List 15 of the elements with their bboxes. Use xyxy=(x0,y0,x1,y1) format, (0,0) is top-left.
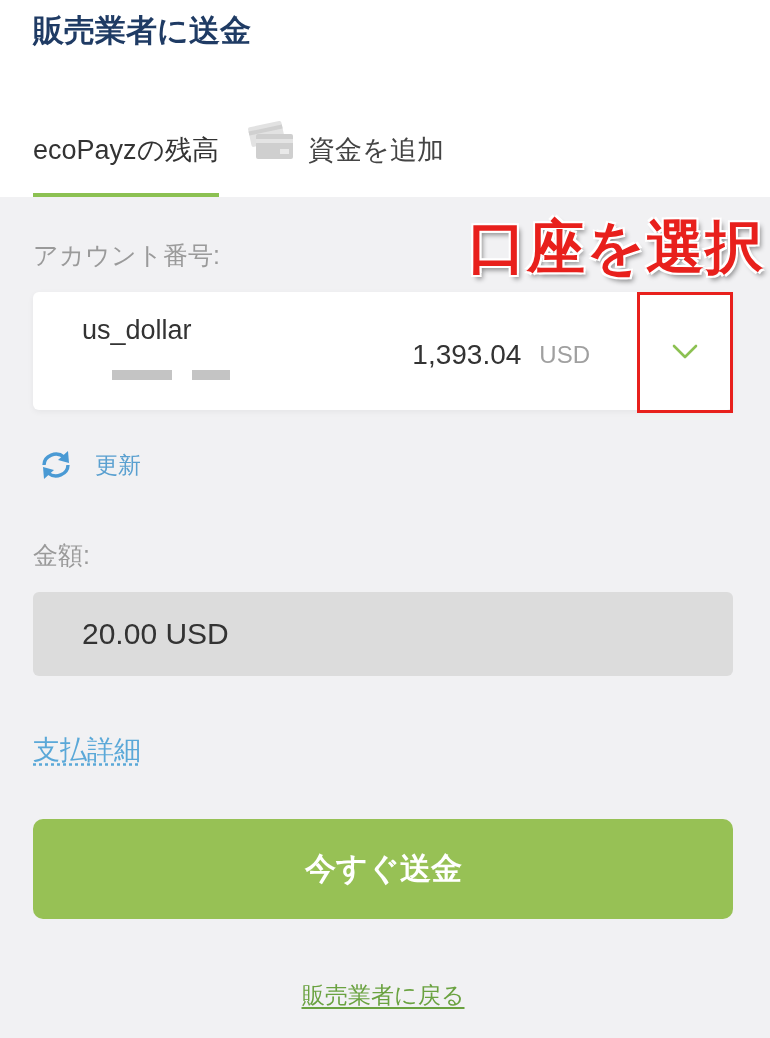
refresh-icon xyxy=(40,450,72,480)
credit-cards-icon xyxy=(245,118,294,160)
page-title: 販売業者に送金 xyxy=(33,12,251,50)
redacted-text-icon xyxy=(192,370,230,380)
field-label: 金額: xyxy=(33,540,90,571)
tab[interactable]: 資金を追加 xyxy=(245,118,444,197)
account-name: us_dollar xyxy=(82,314,192,346)
redacted-text-icon xyxy=(112,370,172,380)
currency-code: USD xyxy=(539,340,590,370)
account-select[interactable]: us_dollar 1,393.04 USD xyxy=(33,292,733,410)
chevron-down-icon[interactable] xyxy=(672,343,698,359)
field-label: アカウント番号: xyxy=(33,240,220,271)
balance-amount: 1,393.04 xyxy=(412,339,522,371)
annotation-text: 口座を選択 xyxy=(468,215,764,279)
tab[interactable]: ecoPayzの残高 xyxy=(33,133,219,197)
